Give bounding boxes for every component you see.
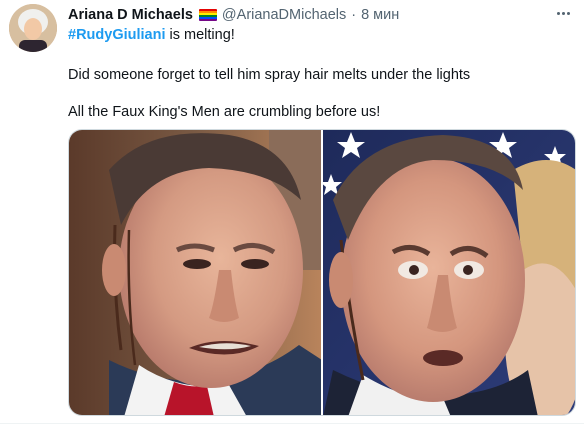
tweet-text-line-3: All the Faux King's Men are crumbling be… xyxy=(68,104,381,120)
timestamp[interactable]: 8 мин xyxy=(361,7,399,23)
author-handle[interactable]: @ArianaDMichaels xyxy=(222,7,346,23)
tweet-header: Ariana D Michaels @ArianaDMichaels · 8 м… xyxy=(68,6,399,24)
author-name[interactable]: Ariana D Michaels xyxy=(68,7,193,23)
tweet-card[interactable]: Ariana D Michaels @ArianaDMichaels · 8 м… xyxy=(0,0,584,424)
tweet-media[interactable] xyxy=(68,129,576,416)
photo-left[interactable] xyxy=(69,130,321,415)
avatar[interactable] xyxy=(9,4,57,52)
tweet-text-line-1: #RudyGiuliani is melting! xyxy=(68,27,235,43)
separator-dot: · xyxy=(351,7,357,23)
tweet-text-fragment: is melting! xyxy=(165,27,235,43)
rainbow-flag-icon xyxy=(198,9,217,21)
tweet-text-line-2: Did someone forget to tell him spray hai… xyxy=(68,67,471,83)
more-icon[interactable] xyxy=(552,5,574,21)
hashtag-link[interactable]: #RudyGiuliani xyxy=(68,27,166,43)
photo-right[interactable] xyxy=(323,130,575,415)
